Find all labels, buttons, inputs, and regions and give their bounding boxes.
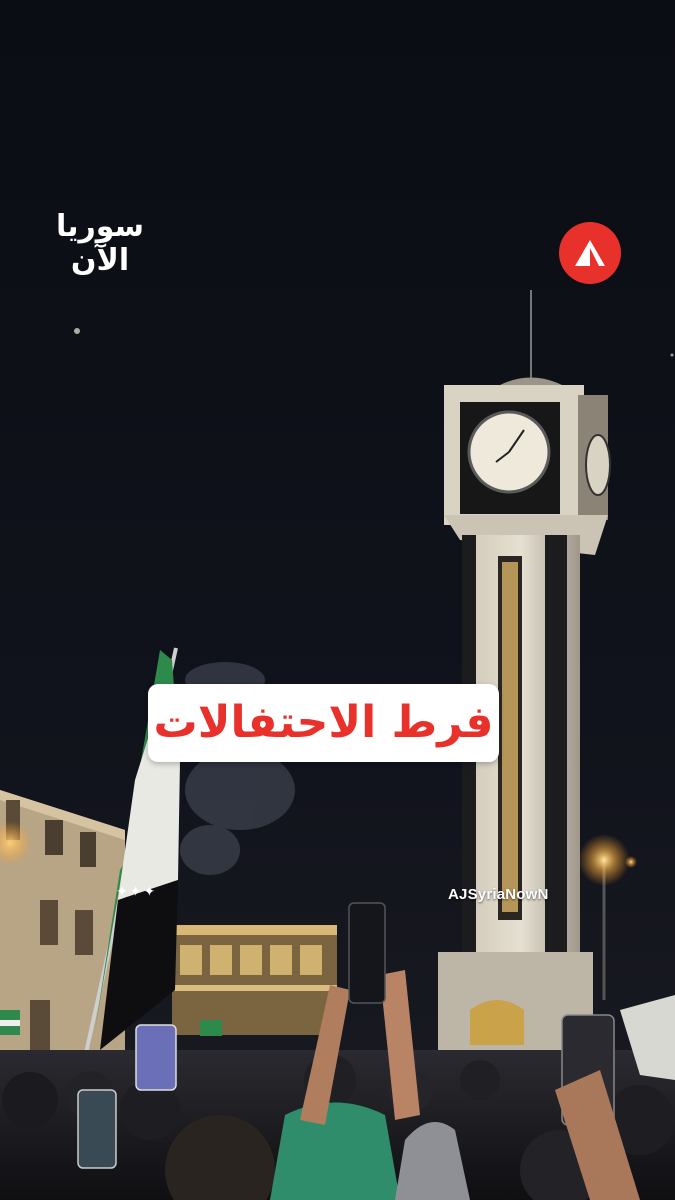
logo-line-2: الآن [70,243,130,278]
night-photo-scene [0,0,675,1200]
headline-card: فرط الاحتفالات [148,684,499,762]
middle-building [172,925,337,1035]
syria-now-logo: سوريا الآن [50,210,150,282]
headline-text: فرط الاحتفالات [153,697,494,748]
logo-line-1: سوريا [55,209,145,244]
star [74,328,80,334]
aljazeera-triangle-icon [575,240,605,266]
phone [77,1089,117,1169]
sparkle-icon: ✦✦✦ [116,884,158,900]
phone [348,902,386,1004]
street-lamp-right [578,834,630,886]
phone [135,1024,177,1091]
person-green-shirt [270,1102,400,1200]
channel-handle: AJSyriaNowN [448,886,549,903]
aljazeera-badge [559,222,621,284]
